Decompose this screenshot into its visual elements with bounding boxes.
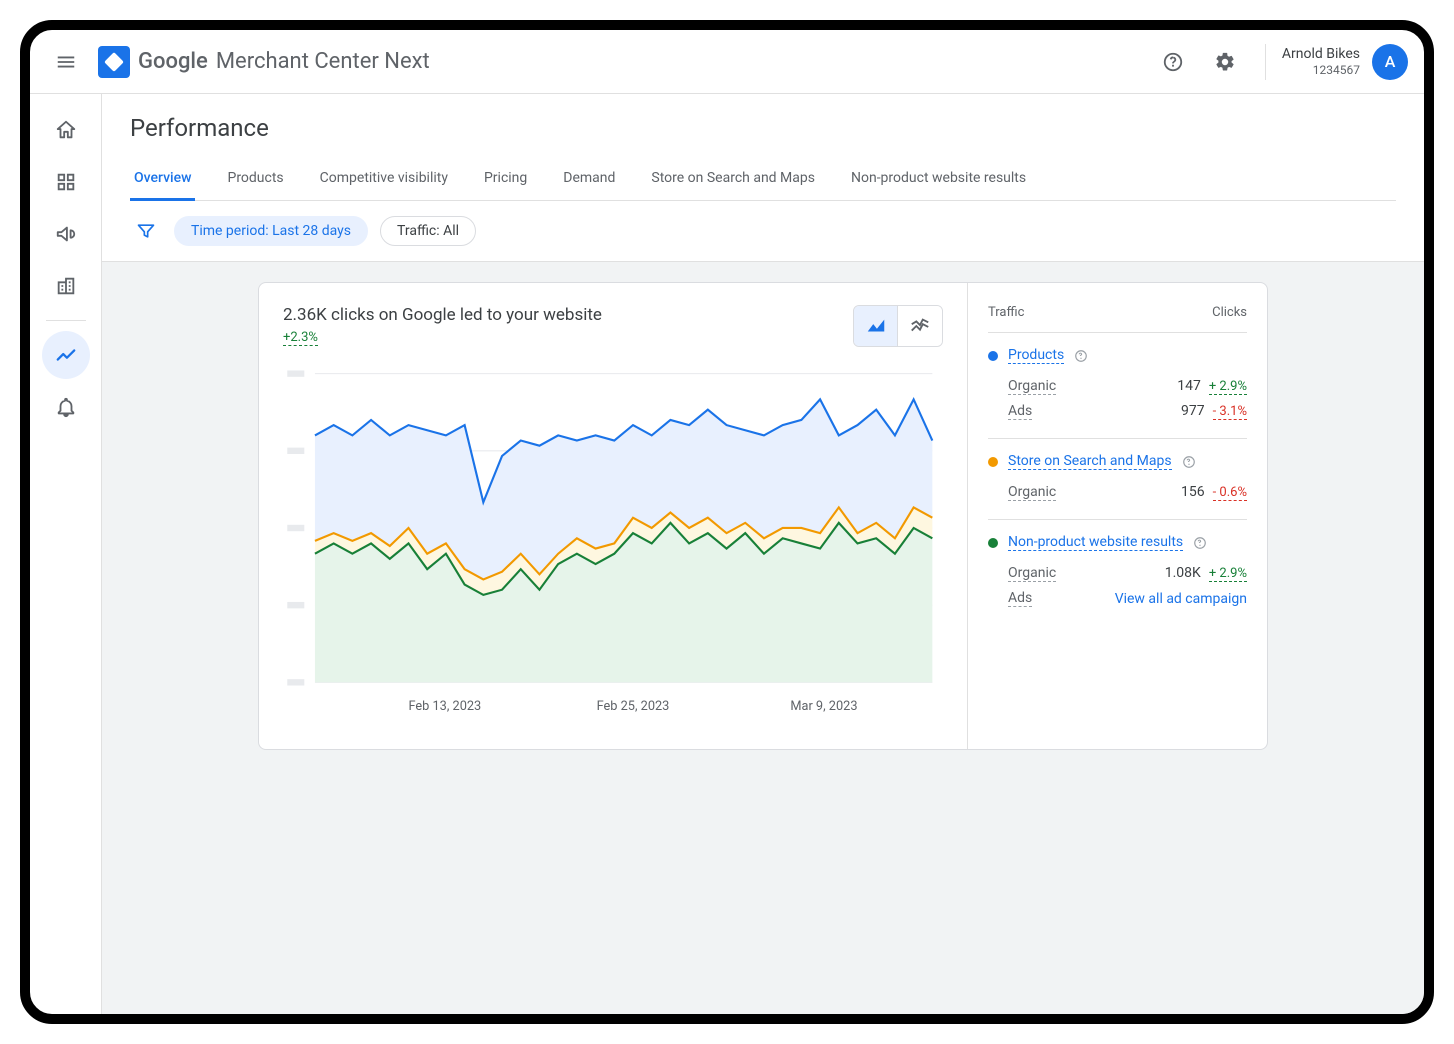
nav-apps-icon[interactable] [42, 158, 90, 206]
legend-row: Organic 1.08K + 2.9% [988, 561, 1247, 586]
svg-text:Feb 13, 2023: Feb 13, 2023 [408, 699, 481, 714]
legend-row-delta: + 2.9% [1209, 379, 1247, 395]
account-id: 1234567 [1282, 63, 1360, 77]
legend-row-label: Ads [1008, 403, 1032, 420]
filter-chip-time-period[interactable]: Time period: Last 28 days [174, 216, 368, 246]
nav-performance-icon[interactable] [42, 331, 90, 379]
legend-link[interactable]: Store on Search and Maps [1008, 453, 1172, 470]
tab-competitive-visibility[interactable]: Competitive visibility [316, 158, 452, 201]
legend-dot-icon [988, 538, 998, 548]
traffic-chart: Feb 13, 2023 Feb 25, 2023 Mar 9, 2023 [283, 363, 943, 725]
settings-icon[interactable] [1205, 42, 1245, 82]
tab-non-product-website-results[interactable]: Non-product website results [847, 158, 1030, 201]
legend-col-clicks: Clicks [1212, 305, 1247, 320]
info-icon[interactable] [1182, 455, 1196, 469]
line-chart-icon[interactable] [898, 306, 942, 346]
filter-row: Time period: Last 28 days Traffic: All [102, 201, 1424, 262]
brand-product: Merchant Center Next [216, 49, 430, 74]
legend-col-traffic: Traffic [988, 305, 1024, 320]
legend-row-value: 156 [1181, 484, 1205, 500]
tab-overview[interactable]: Overview [130, 158, 195, 201]
performance-card: 2.36K clicks on Google led to your websi… [258, 282, 1268, 750]
legend-row: Organic 156 - 0.6% [988, 480, 1247, 505]
legend-section: Non-product website results Organic 1.08K +… [988, 520, 1247, 625]
sidebar [30, 94, 102, 1014]
nav-business-icon[interactable] [42, 262, 90, 310]
legend-row-value: 977 [1181, 403, 1205, 419]
brand: Google Merchant Center Next [98, 46, 430, 78]
info-icon[interactable] [1074, 349, 1088, 363]
area-chart-icon[interactable] [854, 306, 898, 346]
tab-products[interactable]: Products [223, 158, 287, 201]
svg-text:Feb 25, 2023: Feb 25, 2023 [597, 699, 670, 714]
nav-home-icon[interactable] [42, 106, 90, 154]
legend-row-label: Ads [1008, 590, 1032, 607]
chart-title: 2.36K clicks on Google led to your websi… [283, 305, 602, 325]
legend-row: Ads View all ad campaign [988, 586, 1247, 611]
nav-notifications-icon[interactable] [42, 383, 90, 431]
filter-chip-traffic[interactable]: Traffic: All [380, 216, 476, 246]
chart-view-toggle [853, 305, 943, 347]
brand-google: Google [138, 49, 208, 74]
legend-row-label: Organic [1008, 378, 1056, 395]
legend-row-value: 1.08K [1165, 565, 1201, 581]
legend-row-label: Organic [1008, 484, 1056, 501]
tabs: Overview Products Competitive visibility Pr… [130, 158, 1396, 201]
info-icon[interactable] [1193, 536, 1207, 550]
legend-dot-icon [988, 351, 998, 361]
nav-campaign-icon[interactable] [42, 210, 90, 258]
svg-text:Mar 9, 2023: Mar 9, 2023 [790, 699, 857, 714]
tab-pricing[interactable]: Pricing [480, 158, 531, 201]
account-name: Arnold Bikes [1282, 46, 1360, 63]
legend-row: Ads 977 - 3.1% [988, 399, 1247, 424]
legend-section: Products Organic 147 + 2.9% Ads 977 - 3.1% [988, 333, 1247, 439]
legend-section: Store on Search and Maps Organic 156 - 0.6% [988, 439, 1247, 520]
menu-icon[interactable] [46, 42, 86, 82]
page-title: Performance [130, 114, 1396, 142]
merchant-center-logo-icon [98, 46, 130, 78]
avatar[interactable]: A [1372, 44, 1408, 80]
view-all-link[interactable]: View all ad campaign [1115, 591, 1247, 607]
legend-row: Organic 147 + 2.9% [988, 374, 1247, 399]
legend-row-delta: - 0.6% [1213, 485, 1247, 501]
filter-icon[interactable] [130, 215, 162, 247]
tab-store-on-search-and-maps[interactable]: Store on Search and Maps [647, 158, 819, 201]
legend-row-delta: - 3.1% [1213, 404, 1247, 420]
help-icon[interactable] [1153, 42, 1193, 82]
tab-demand[interactable]: Demand [559, 158, 619, 201]
chart-delta: +2.3% [283, 330, 318, 346]
top-bar: Google Merchant Center Next Arnold Bikes… [30, 30, 1424, 94]
legend-row-label: Organic [1008, 565, 1056, 582]
legend-row-value: 147 [1177, 378, 1201, 394]
legend-link[interactable]: Products [1008, 347, 1064, 364]
legend-link[interactable]: Non-product website results [1008, 534, 1183, 551]
legend-row-delta: + 2.9% [1209, 566, 1247, 582]
nav-divider [46, 320, 86, 321]
legend-dot-icon [988, 457, 998, 467]
account-block[interactable]: Arnold Bikes 1234567 A [1265, 44, 1408, 80]
